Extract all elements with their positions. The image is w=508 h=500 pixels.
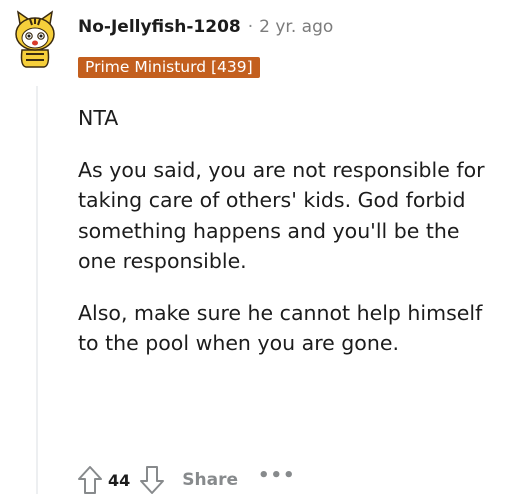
- separator-dot: ·: [247, 17, 254, 37]
- upvote-button[interactable]: [72, 460, 108, 500]
- comment-paragraph: NTA: [78, 106, 119, 130]
- upvote-arrow-icon: [78, 466, 102, 494]
- more-options-icon[interactable]: •••: [258, 465, 296, 486]
- vote-score: 44: [108, 470, 131, 490]
- downvote-arrow-icon: [140, 466, 165, 494]
- comment-actions: 44 Share •••: [72, 460, 296, 500]
- avatar[interactable]: [12, 10, 58, 68]
- timestamp[interactable]: 2 yr. ago: [259, 17, 333, 37]
- username-link[interactable]: No-Jellyfish-1208: [78, 17, 241, 37]
- user-flair: Prime Ministurd [439]: [78, 57, 260, 78]
- share-button[interactable]: Share: [182, 470, 238, 490]
- comment-body: NTA As you said, you are not responsible…: [78, 103, 503, 380]
- comment-header: No-Jellyfish-1208 · 2 yr. ago: [78, 17, 333, 37]
- snoo-avatar-icon: [15, 10, 55, 68]
- downvote-button[interactable]: [134, 460, 170, 500]
- comment-paragraph: Also, make sure he cannot help himself t…: [78, 300, 483, 356]
- comment-paragraph: As you said, you are not responsible for…: [78, 157, 485, 274]
- thread-line[interactable]: [36, 86, 38, 494]
